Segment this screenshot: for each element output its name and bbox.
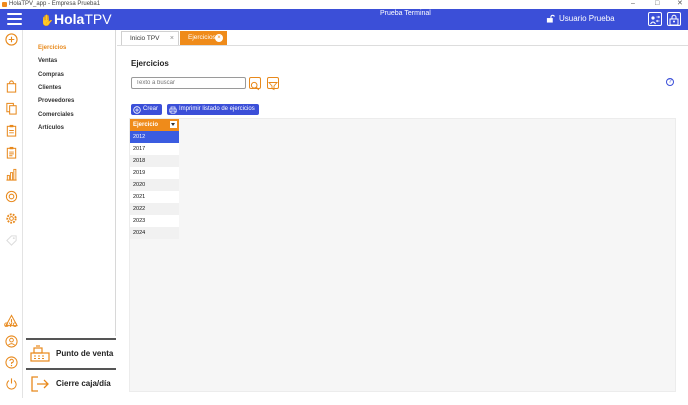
top-bar: ✋HolaTPV Prueba Terminal Usuario Prueba [0, 9, 688, 30]
close-window-button[interactable]: ✕ [677, 0, 683, 8]
table-row[interactable]: 2023 [130, 215, 179, 227]
holatpv-logo: ✋HolaTPV [40, 10, 112, 29]
user-swap-icon [650, 15, 661, 25]
table-row[interactable]: 2024 [130, 227, 179, 239]
printer-icon [169, 106, 177, 114]
menu-item-clientes[interactable]: Clientes [38, 85, 61, 91]
documents-icon[interactable] [5, 102, 18, 115]
add-icon[interactable] [5, 33, 18, 46]
shopping-bag-icon[interactable] [5, 80, 18, 93]
help-icon[interactable]: ? [666, 78, 674, 86]
tab-inicio-tpv[interactable]: Inicio TPV × [121, 31, 179, 45]
table-row[interactable]: 2021 [130, 191, 179, 203]
imprimir-button[interactable]: Imprimir listado de ejercicios [167, 104, 259, 115]
menu-item-ventas[interactable]: Ventas [38, 58, 57, 64]
menu-item-articulos[interactable]: Artículos [38, 125, 64, 131]
exit-arrow-icon [31, 375, 49, 392]
unlock-icon [546, 14, 555, 23]
tag-icon [5, 234, 18, 247]
terminal-name: Prueba Terminal [380, 10, 431, 17]
table-row[interactable]: 2017 [130, 143, 179, 155]
cierre-caja-label: Cierre caja/día [56, 379, 111, 388]
register-button[interactable] [648, 12, 662, 26]
filter-button[interactable] [267, 77, 279, 91]
help-circle-icon[interactable] [5, 356, 18, 369]
user-circle-icon[interactable] [5, 335, 18, 348]
table-row[interactable]: 2018 [130, 155, 179, 167]
cash-register-icon [30, 344, 50, 362]
table-row[interactable]: 2019 [130, 167, 179, 179]
table-row[interactable]: 2022 [130, 203, 179, 215]
ejercicio-column: Ejercicio 2012 2017 2018 2019 2020 2021 … [130, 119, 179, 239]
column-header-ejercicio[interactable]: Ejercicio [130, 119, 179, 131]
crear-button[interactable]: Crear [131, 104, 163, 115]
search-icon [250, 81, 260, 91]
table-row[interactable]: 2020 [130, 179, 179, 191]
power-icon[interactable] [5, 377, 18, 390]
tab-bar: Inicio TPV × Ejercicios × [117, 30, 688, 46]
sort-dropdown-icon[interactable] [170, 121, 177, 128]
ejercicios-table: Ejercicio 2012 2017 2018 2019 2020 2021 … [129, 118, 676, 392]
menu-item-ejercicios[interactable]: Ejercicios [38, 45, 66, 51]
hamburger-menu-icon[interactable] [7, 13, 22, 26]
bar-chart-icon[interactable] [5, 168, 18, 181]
window-title: HolaTPV_app - Empresa Prueba1 [9, 1, 101, 7]
left-icon-bar: GYC [0, 30, 23, 398]
main-panel: Ejercicios ? Crear Imprimir listado de e… [117, 47, 688, 398]
lock-button[interactable] [667, 12, 681, 26]
tab-ejercicios[interactable]: Ejercicios × [180, 31, 227, 45]
search-input[interactable] [131, 77, 246, 89]
support-icon[interactable] [5, 190, 18, 203]
hand-logo-icon: ✋ [40, 15, 54, 27]
page-title: Ejercicios [131, 59, 169, 68]
user-menu[interactable]: Usuario Prueba [546, 14, 615, 23]
settings-gear-icon[interactable] [5, 212, 18, 225]
app-icon [2, 2, 7, 7]
menu-item-compras[interactable]: Compras [38, 72, 64, 78]
close-tab-icon[interactable]: × [215, 34, 223, 42]
punto-de-venta-label: Punto de venta [56, 349, 114, 358]
window-titlebar: HolaTPV_app - Empresa Prueba1 – □ ✕ [0, 0, 688, 9]
minimize-button[interactable]: – [631, 0, 635, 8]
cierre-caja-button[interactable]: Cierre caja/día [26, 368, 116, 397]
punto-de-venta-button[interactable]: Punto de venta [26, 338, 116, 367]
plus-circle-icon [133, 105, 141, 114]
search-button[interactable] [249, 77, 261, 91]
clipboard-icon[interactable] [5, 124, 18, 137]
side-menu: Ejercicios Ventas Compras Clientes Prove… [23, 30, 116, 336]
menu-item-comerciales[interactable]: Comerciales [38, 112, 74, 118]
filter-icon [268, 82, 278, 91]
lock-user-icon [669, 14, 679, 26]
maximize-button[interactable]: □ [655, 0, 659, 8]
checklist-icon[interactable] [5, 146, 18, 159]
warning-icon[interactable] [5, 314, 18, 327]
menu-item-proveedores[interactable]: Proveedores [38, 98, 74, 104]
close-tab-icon[interactable]: × [170, 32, 174, 46]
user-name: Usuario Prueba [559, 14, 615, 23]
table-row[interactable]: 2012 [130, 131, 179, 143]
